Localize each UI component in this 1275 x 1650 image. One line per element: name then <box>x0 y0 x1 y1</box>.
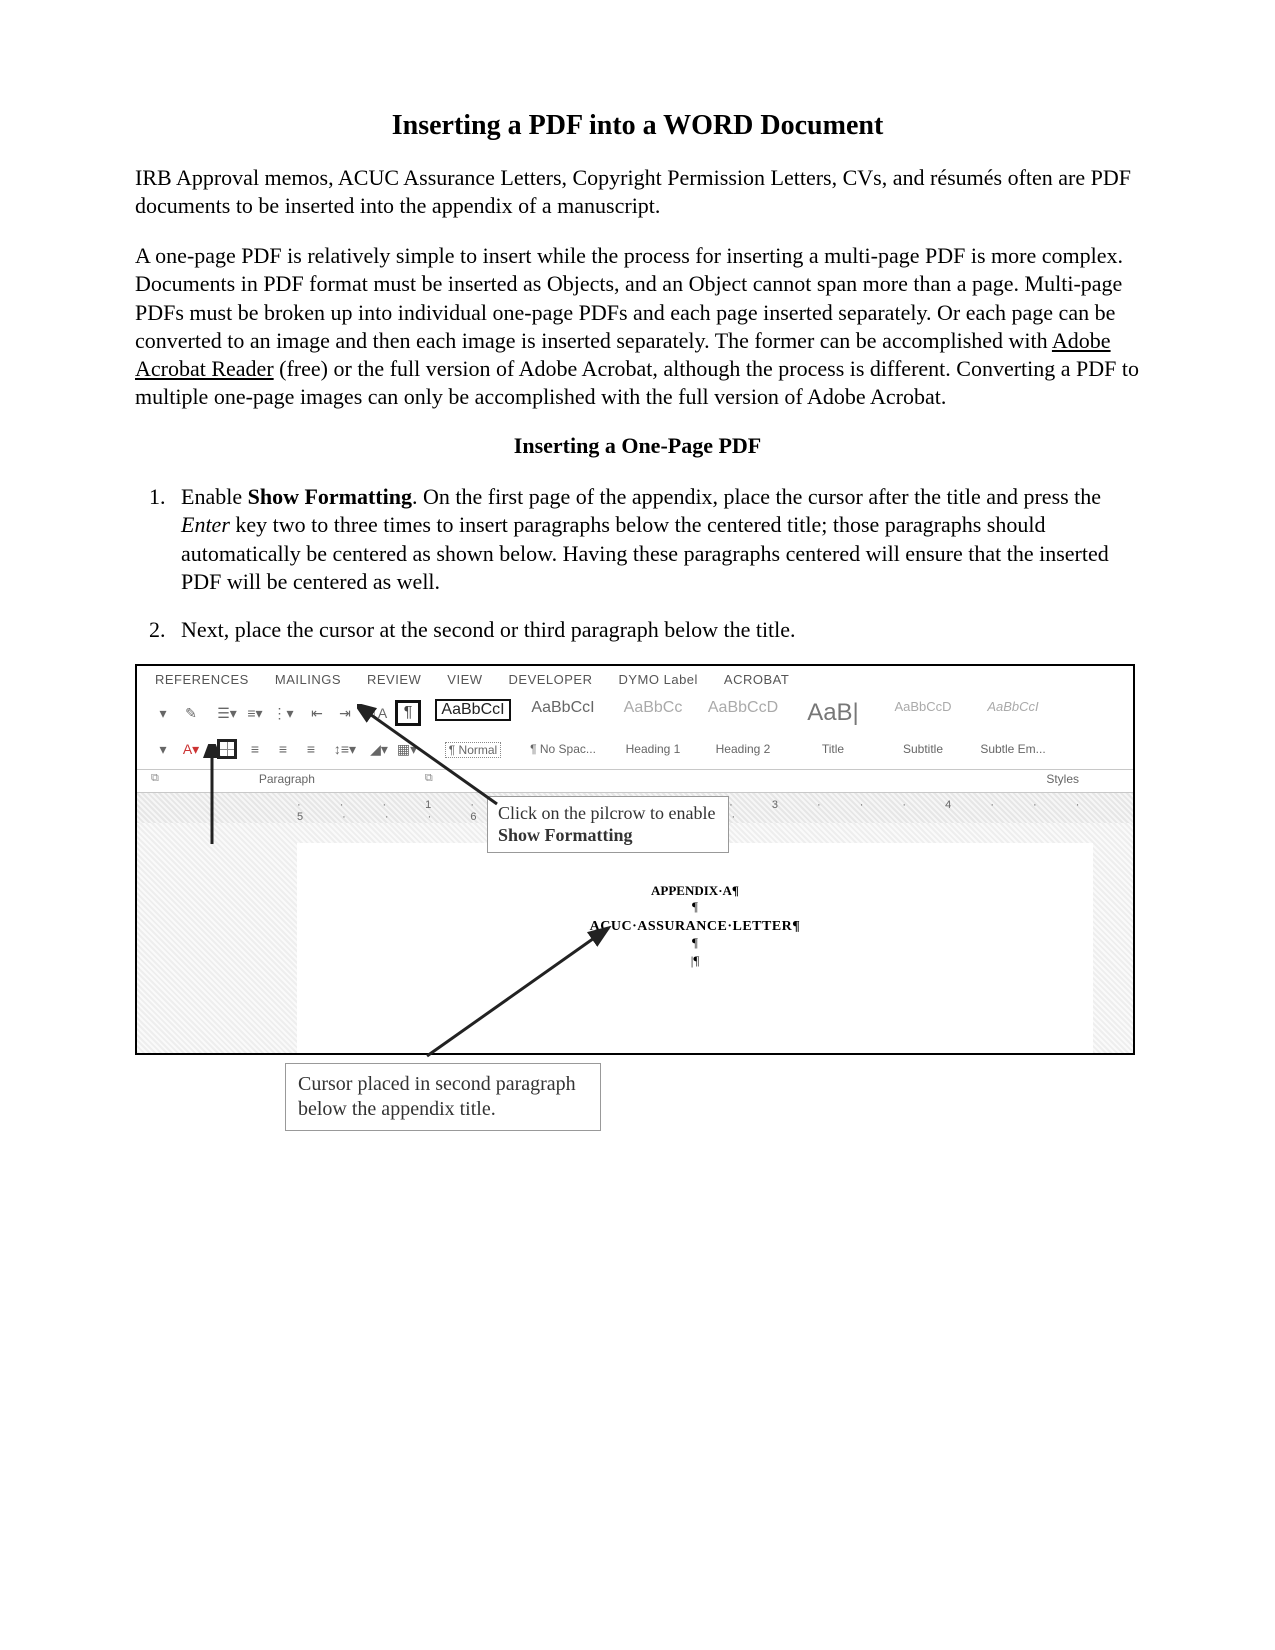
step1-c: key two to three times to insert paragra… <box>181 512 1109 593</box>
increase-indent-icon[interactable]: ⇥ <box>333 701 357 725</box>
step-2: Next, place the cursor at the second or … <box>171 616 1140 644</box>
style-heading2-label: Heading 2 <box>716 742 771 756</box>
page-title: Inserting a PDF into a WORD Document <box>135 110 1140 142</box>
align-justify-icon[interactable]: ≡ <box>299 737 323 761</box>
style-heading1-preview: AaBbCc <box>624 699 683 717</box>
line-spacing-icon[interactable]: ↕≡▾ <box>333 737 357 761</box>
tab-dymo[interactable]: DYMO Label <box>619 672 698 687</box>
intro-paragraph-2: A one-page PDF is relatively simple to i… <box>135 242 1140 411</box>
bullets-icon[interactable]: ☰▾ <box>215 701 239 725</box>
font-color-icon[interactable]: A▾ <box>179 737 203 761</box>
step-1: Enable Show Formatting. On the first pag… <box>171 483 1140 596</box>
style-normal-label-wrap: ¶ Normal <box>435 740 511 758</box>
style-subtitle[interactable]: AaBbCcD <box>885 699 961 714</box>
ribbon-tabs: REFERENCES MAILINGS REVIEW VIEW DEVELOPE… <box>137 666 1133 691</box>
step1-b: . On the first page of the appendix, pla… <box>412 484 1101 509</box>
figure-block: REFERENCES MAILINGS REVIEW VIEW DEVELOPE… <box>135 664 1140 1131</box>
style-normal-preview: AaBbCcI <box>435 699 510 721</box>
dropdown-caret2-icon[interactable]: ▾ <box>151 737 175 761</box>
align-right-icon[interactable]: ≡ <box>271 737 295 761</box>
tab-mailings[interactable]: MAILINGS <box>275 672 341 687</box>
intro2-part-b: (free) or the full version of Adobe Acro… <box>135 356 1139 409</box>
tab-acrobat[interactable]: ACROBAT <box>724 672 789 687</box>
style-title-label: Title <box>822 742 844 756</box>
style-heading2-preview: AaBbCcD <box>708 699 778 717</box>
style-subtleem-label: Subtle Em... <box>980 742 1045 756</box>
numbering-icon[interactable]: ≡▾ <box>243 701 267 725</box>
style-heading1-label: Heading 1 <box>626 742 681 756</box>
style-normal[interactable]: AaBbCcI <box>435 699 511 721</box>
style-normal-label: ¶ Normal <box>445 742 501 758</box>
group-styles-label: Styles <box>1046 772 1079 786</box>
format-painter-icon[interactable]: ✎ <box>179 701 203 725</box>
dialog-launcher-paragraph-icon[interactable]: ⧉ <box>425 772 433 786</box>
section-heading-1: Inserting a One-Page PDF <box>135 433 1140 459</box>
group-paragraph-label: Paragraph <box>259 772 315 786</box>
borders-icon <box>217 739 237 759</box>
style-nospacing-label: ¶ No Spac... <box>530 742 596 756</box>
step1-italic: Enter <box>181 512 230 537</box>
style-title-label-wrap: Title <box>795 740 871 756</box>
style-h2-label-wrap: Heading 2 <box>705 740 781 756</box>
style-subtle-em[interactable]: AaBbCcI <box>975 699 1051 714</box>
style-heading2[interactable]: AaBbCcD <box>705 699 781 717</box>
pilcrow-button[interactable]: ¶ <box>395 700 421 726</box>
shading-icon[interactable]: ◢▾ <box>367 737 391 761</box>
style-h1-label-wrap: Heading 1 <box>615 740 691 756</box>
style-subtitle-label-wrap: Subtitle <box>885 740 961 756</box>
align-left-icon[interactable] <box>215 737 239 761</box>
style-nospacing-label-wrap: ¶ No Spac... <box>525 740 601 756</box>
tab-developer[interactable]: DEVELOPER <box>509 672 593 687</box>
step1-bold: Show Formatting <box>248 484 412 509</box>
intro-paragraph-1: IRB Approval memos, ACUC Assurance Lette… <box>135 164 1140 220</box>
style-heading1[interactable]: AaBbCc <box>615 699 691 717</box>
style-subtitle-preview: AaBbCcD <box>894 699 951 714</box>
callout-cursor: Cursor placed in second paragraph below … <box>285 1063 601 1131</box>
document-area: APPENDIX·A¶ ¶ ACUC·ASSURANCE·LETTER¶ ¶ |… <box>137 823 1133 1053</box>
style-nospacing[interactable]: AaBbCcI <box>525 699 601 717</box>
callout-pilcrow: Click on the pilcrow to enable Show Form… <box>487 796 729 853</box>
styles-gallery: AaBbCcI AaBbCcI AaBbCc AaBbCcD AaB| <box>427 699 1051 727</box>
style-subtleem-label-wrap: Subtle Em... <box>975 740 1051 756</box>
sort-icon[interactable]: ↓A <box>367 701 391 725</box>
appendix-subtitle: ACUC·ASSURANCE·LETTER¶ <box>297 919 1093 935</box>
cursor-mark: |¶ <box>297 953 1093 969</box>
borders-dropdown-icon[interactable]: ▦▾ <box>395 737 419 761</box>
multilevel-icon[interactable]: ⋮▾ <box>271 701 295 725</box>
align-center-icon[interactable]: ≡ <box>243 737 267 761</box>
appendix-title: APPENDIX·A¶ <box>297 883 1093 899</box>
dialog-launcher-icon[interactable]: ⧉ <box>151 772 159 786</box>
style-nospacing-preview: AaBbCcI <box>531 699 594 717</box>
step1-a: Enable <box>181 484 248 509</box>
tab-review[interactable]: REVIEW <box>367 672 421 687</box>
callout1-a: Click on the pilcrow to enable <box>498 803 715 823</box>
callout1-bold: Show Formatting <box>498 825 633 845</box>
style-subtleem-preview: AaBbCcI <box>987 699 1038 714</box>
decrease-indent-icon[interactable]: ⇤ <box>305 701 329 725</box>
intro2-part-a: A one-page PDF is relatively simple to i… <box>135 243 1123 352</box>
pilcrow-mark-2: ¶ <box>297 935 1093 951</box>
tab-references[interactable]: REFERENCES <box>155 672 249 687</box>
dropdown-caret-icon[interactable]: ▾ <box>151 701 175 725</box>
style-title[interactable]: AaB| <box>795 699 871 727</box>
style-subtitle-label: Subtitle <box>903 742 943 756</box>
style-title-preview: AaB| <box>807 699 859 727</box>
word-ribbon-screenshot: REFERENCES MAILINGS REVIEW VIEW DEVELOPE… <box>135 664 1135 1055</box>
pilcrow-mark-1: ¶ <box>297 899 1093 915</box>
tab-view[interactable]: VIEW <box>447 672 482 687</box>
document-page: APPENDIX·A¶ ¶ ACUC·ASSURANCE·LETTER¶ ¶ |… <box>297 843 1093 1053</box>
